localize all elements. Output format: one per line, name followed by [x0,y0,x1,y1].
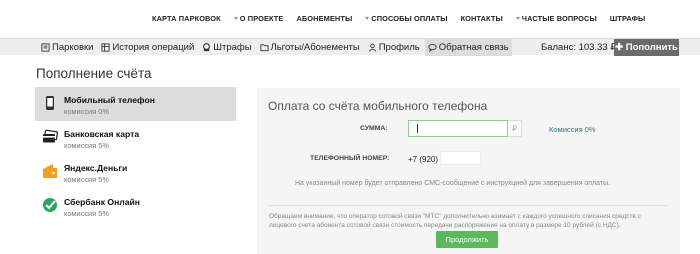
tab-parkings[interactable]: Парковки [38,39,96,56]
bank-card-icon [43,129,58,143]
operator-warning: Обращаем внимание, что оператор сотовой … [269,213,641,229]
payment-method-fee: комиссия 5% [64,209,109,218]
nav-item-label: ШТРАФЫ [609,14,646,23]
dropdown-caret-icon [233,17,238,20]
fines-icon [203,43,211,52]
nav-item-payment-methods[interactable]: СПОСОБЫ ОПЛАТЫ [365,14,447,23]
phone-label: ТЕЛЕФОННЫЙ НОМЕР: [310,155,390,162]
account-balance: Баланс: 103.33 ₽ [541,42,617,53]
tab-fines[interactable]: Штрафы [199,39,254,56]
tab-label: Льготы/Абонементы [270,42,360,53]
parking-icon [41,43,50,52]
tab-label: История операций [112,42,195,53]
sberbank-icon [43,198,57,212]
dropdown-caret-icon [515,17,520,20]
payment-form-panel: Оплата со счёта мобильного телефона СУММ… [257,88,680,254]
text-caret [417,124,418,133]
payment-form-title: Оплата со счёта мобильного телефона [268,99,488,113]
payment-method-name: Банковская карта [64,129,140,139]
nav-item-faq[interactable]: ЧАСТЫЕ ВОПРОСЫ [515,14,597,23]
nav-item-fines[interactable]: ШТРАФЫ [610,14,646,23]
nav-item-label: КОНТАКТЫ [460,14,503,23]
sms-note: На указанный номер будет отправлено СМС-… [295,180,611,187]
tab-feedback[interactable]: Обратная связь [424,39,512,56]
nav-item-label: АБОНЕМЕНТЫ [296,14,353,23]
payment-method-bank-card[interactable]: Банковская карта комиссия 5% [35,121,236,155]
page-title: Пополнение счёта [36,66,152,81]
payment-method-name: Яндекс.Деньги [64,163,128,173]
mobile-phone-icon [46,96,54,110]
amount-input[interactable] [408,120,508,137]
nav-item-label: КАРТА ПАРКОВОК [152,14,221,23]
payment-method-sberbank[interactable]: Сбербанк Онлайн комиссия 5% [35,189,236,223]
nav-item-label: СПОСОБЫ ОПЛАТЫ [371,14,448,23]
divider [268,205,669,206]
tab-label: Штрафы [213,42,252,53]
commission-text: Комиссия 0% [549,125,596,134]
currency-addon: ₽ [508,120,522,137]
dropdown-caret-icon [365,17,370,20]
folder-icon [259,44,269,52]
tab-label: Обратная связь [438,42,509,53]
tab-benefits[interactable]: Льготы/Абонементы [257,39,363,56]
account-toolbar: Парковки История операций Штрафы Льготы/… [0,38,700,56]
payment-method-name: Мобильный телефон [64,95,155,105]
nav-item-label: О ПРОЕКТЕ [239,14,284,23]
payment-method-fee: комиссия 5% [64,175,109,184]
continue-button[interactable]: Продолжить [436,231,498,248]
nav-item-parking-map[interactable]: КАРТА ПАРКОВОК [152,14,221,23]
tab-history[interactable]: История операций [98,39,197,56]
payment-method-mobile[interactable]: Мобильный телефон комиссия 0% [35,87,236,121]
tab-label: Профиль [378,42,420,53]
account-tabs: Парковки История операций Штрафы Льготы/… [38,39,514,56]
history-icon [101,43,111,52]
top-nav-items: КАРТА ПАРКОВОК О ПРОЕКТЕ АБОНЕМЕНТЫ СПОС… [152,14,658,23]
top-navigation: КАРТА ПАРКОВОК О ПРОЕКТЕ АБОНЕМЕНТЫ СПОС… [0,0,700,38]
tab-label: Парковки [52,42,94,53]
nav-item-about[interactable]: О ПРОЕКТЕ [233,14,284,23]
top-up-button[interactable]: ✚ Пополнить [614,39,679,56]
payment-method-name: Сбербанк Онлайн [64,197,140,207]
yandex-money-icon [43,164,57,178]
tab-profile[interactable]: Профиль [365,39,423,56]
amount-label: СУММА: [360,125,388,132]
payment-method-yandex-money[interactable]: Яндекс.Деньги комиссия 5% [35,155,236,189]
nav-item-contacts[interactable]: КОНТАКТЫ [461,14,503,23]
user-icon [368,43,376,52]
payment-method-fee: комиссия 0% [64,107,109,116]
nav-item-label: ЧАСТЫЕ ВОПРОСЫ [521,14,597,23]
phone-code: +7 (920) [408,155,439,164]
payment-methods-list: Мобильный телефон комиссия 0% Банковская… [35,87,236,223]
payment-method-fee: комиссия 5% [64,141,109,150]
chat-icon [428,43,437,52]
nav-item-subscriptions[interactable]: АБОНЕМЕНТЫ [296,14,352,23]
phone-number-field[interactable] [440,151,481,165]
